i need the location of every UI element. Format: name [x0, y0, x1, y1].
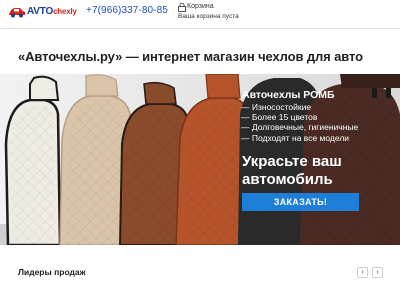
order-button[interactable]: ЗАКАЗАТЬ! — [242, 193, 359, 211]
phone-number[interactable]: +7(966)337-80-85 — [86, 5, 168, 16]
lock-cart-icon — [178, 3, 186, 12]
feature-item: Долговечные, гигиеничные — [241, 122, 358, 132]
banner-title: Авточехлы РОМБ — [242, 89, 335, 101]
logo-text: AVTOchexly — [27, 6, 77, 17]
page-title: «Авточехлы.ру» — интернет магазин чехлов… — [18, 49, 363, 64]
cart-status: Ваша корзина пуста — [178, 13, 239, 20]
cart-widget[interactable]: Корзина Ваша корзина пуста — [178, 3, 248, 25]
bestsellers-title: Лидеры продаж — [18, 267, 86, 277]
chevron-right-icon[interactable]: › — [372, 267, 383, 278]
feature-item: Износостойкие — [241, 102, 358, 112]
feature-list: Износостойкие Более 15 цветов Долговечны… — [241, 102, 358, 143]
site-logo[interactable]: AVTOchexly — [8, 4, 83, 20]
header-divider — [0, 28, 400, 29]
chevron-left-icon[interactable]: ‹ — [357, 267, 368, 278]
feature-item: Подходят на все модели — [241, 133, 358, 143]
site-header: AVTOchexly +7(966)337-80-85 Корзина Ваша… — [0, 0, 400, 29]
car-logo-icon — [9, 8, 25, 18]
cart-title: Корзина — [187, 3, 214, 10]
feature-item: Более 15 цветов — [241, 112, 358, 122]
banner-slogan: Украсьте ваш автомобиль — [242, 153, 342, 188]
